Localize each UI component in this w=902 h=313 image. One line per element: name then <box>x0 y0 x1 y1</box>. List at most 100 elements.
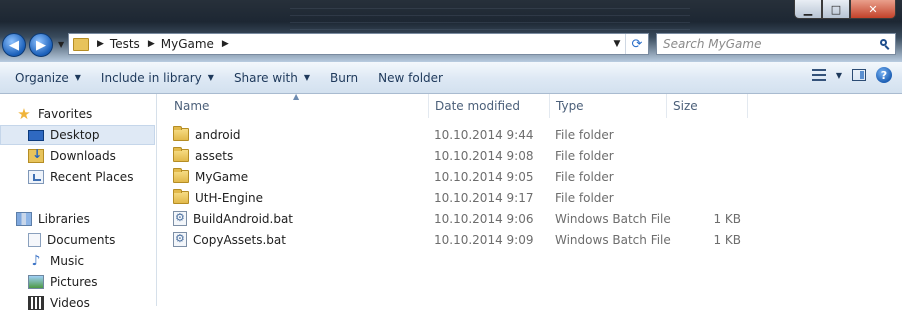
search-placeholder: Search MyGame <box>663 37 762 51</box>
breadcrumb-separator-icon[interactable]: ▶ <box>148 39 155 49</box>
new-folder-button[interactable]: New folder <box>368 66 453 90</box>
address-bar[interactable]: ▶ Tests ▶ MyGame ▶ ▼ ⟳ <box>68 33 649 55</box>
file-date: 10.10.2014 9:17 <box>434 190 534 205</box>
breadcrumb-separator-icon[interactable]: ▶ <box>97 39 104 49</box>
column-header-label: Date modified <box>435 99 521 113</box>
sidebar-item-label: Pictures <box>50 275 98 289</box>
folder-icon <box>73 37 89 51</box>
title-bar: ▁ □ ✕ ◀ ▶ ▼ ▶ Tests ▶ MyGame ▶ ▼ ⟳ Searc… <box>0 0 902 62</box>
sidebar-item-recent-places[interactable]: Recent Places <box>28 167 155 187</box>
file-size <box>671 187 741 208</box>
sidebar-item-label: Videos <box>50 296 90 310</box>
file-name: BuildAndroid.bat <box>193 211 294 226</box>
navigation-pane: ★ Favorites Desktop Downloads Recent Pla… <box>0 94 157 310</box>
include-in-library-button[interactable]: Include in library ▼ <box>91 66 224 90</box>
organize-label: Organize <box>15 70 69 85</box>
file-size <box>671 166 741 187</box>
folder-icon <box>173 168 189 183</box>
sidebar-item-downloads[interactable]: Downloads <box>28 146 155 166</box>
column-header-row: ▲ Name Date modified Type Size <box>157 92 902 118</box>
view-options-chevron-down-icon[interactable]: ▼ <box>836 71 842 80</box>
back-button[interactable]: ◀ <box>2 33 26 57</box>
organize-button[interactable]: Organize ▼ <box>5 66 91 90</box>
table-row[interactable]: UtH-Engine 10.10.2014 9:17 File folder <box>157 187 902 208</box>
downloads-icon <box>28 147 44 163</box>
command-bar: Organize ▼ Include in library ▼ Share wi… <box>0 62 902 94</box>
forward-button[interactable]: ▶ <box>29 33 53 57</box>
column-header-label: Name <box>174 99 210 113</box>
file-name: CopyAssets.bat <box>193 232 286 247</box>
batch-file-icon <box>173 232 187 247</box>
file-name: MyGame <box>195 169 249 184</box>
preview-pane-icon[interactable] <box>852 69 866 81</box>
sidebar-item-documents[interactable]: Documents <box>28 230 155 250</box>
table-row[interactable]: android 10.10.2014 9:44 File folder <box>157 124 902 145</box>
help-icon[interactable]: ? <box>876 67 892 83</box>
column-header-label: Type <box>556 99 584 113</box>
sidebar-item-label: Libraries <box>38 212 90 226</box>
column-header-date-modified[interactable]: Date modified <box>429 94 550 118</box>
file-date: 10.10.2014 9:44 <box>434 127 534 142</box>
chevron-down-icon: ▼ <box>207 73 214 82</box>
file-type: File folder <box>555 127 614 142</box>
sidebar-item-pictures[interactable]: Pictures <box>28 272 155 292</box>
sidebar-item-desktop[interactable]: Desktop <box>0 125 155 145</box>
table-row[interactable]: CopyAssets.bat 10.10.2014 9:09 Windows B… <box>157 229 902 250</box>
file-name: android <box>195 127 241 142</box>
table-row[interactable]: assets 10.10.2014 9:08 File folder <box>157 145 902 166</box>
star-icon: ★ <box>17 105 31 123</box>
view-controls: ▼ ? <box>811 67 892 83</box>
sidebar-item-label: Downloads <box>50 149 116 163</box>
refresh-icon[interactable]: ⟳ <box>625 34 648 54</box>
close-button[interactable]: ✕ <box>850 0 896 19</box>
sidebar-item-videos[interactable]: Videos <box>28 293 155 313</box>
recent-places-icon <box>28 170 44 184</box>
folder-icon <box>173 147 189 162</box>
table-row[interactable]: BuildAndroid.bat 10.10.2014 9:06 Windows… <box>157 208 902 229</box>
sidebar-item-label: Music <box>50 254 85 268</box>
recent-pages-dropdown-icon[interactable]: ▼ <box>58 40 64 49</box>
folder-icon <box>173 126 189 141</box>
sidebar-item-label: Favorites <box>38 107 93 121</box>
file-list: ▲ Name Date modified Type Size android 1… <box>157 92 902 306</box>
file-name: assets <box>195 148 234 163</box>
file-name: UtH-Engine <box>195 190 263 205</box>
libraries-icon <box>16 212 32 226</box>
sidebar-item-favorites[interactable]: ★ Favorites <box>16 104 155 124</box>
maximize-button[interactable]: □ <box>822 0 850 19</box>
sidebar-item-label: Documents <box>47 233 116 247</box>
file-size <box>671 124 741 145</box>
search-icon[interactable] <box>880 39 890 49</box>
search-input[interactable]: Search MyGame <box>656 33 896 55</box>
table-row[interactable]: MyGame 10.10.2014 9:05 File folder <box>157 166 902 187</box>
column-header-name[interactable]: Name <box>168 94 429 118</box>
file-size: 1 KB <box>713 232 741 247</box>
file-date: 10.10.2014 9:08 <box>434 148 534 163</box>
file-date: 10.10.2014 9:05 <box>434 169 534 184</box>
breadcrumb-mygame[interactable]: MyGame <box>161 37 214 51</box>
new-folder-label: New folder <box>378 70 443 85</box>
change-view-icon[interactable] <box>811 69 826 81</box>
burn-button[interactable]: Burn <box>320 66 368 90</box>
include-in-library-label: Include in library <box>100 70 202 85</box>
address-dropdown-icon[interactable]: ▼ <box>609 39 625 49</box>
breadcrumb-separator-icon[interactable]: ▶ <box>222 39 229 49</box>
share-with-button[interactable]: Share with ▼ <box>224 66 320 90</box>
documents-icon <box>28 233 41 247</box>
share-with-label: Share with <box>233 70 298 85</box>
desktop-icon <box>28 129 44 141</box>
sidebar-item-label: Recent Places <box>50 170 134 184</box>
sidebar-item-music[interactable]: ♪ Music <box>28 251 155 271</box>
column-header-size[interactable]: Size <box>667 94 748 118</box>
breadcrumb-tests[interactable]: Tests <box>110 37 140 51</box>
batch-file-icon <box>173 211 187 226</box>
file-type: File folder <box>555 190 614 205</box>
sidebar-item-libraries[interactable]: Libraries <box>16 209 155 229</box>
column-header-type[interactable]: Type <box>550 94 667 118</box>
folder-icon <box>173 189 189 204</box>
file-type: Windows Batch File <box>555 211 671 226</box>
window-controls: ▁ □ ✕ <box>794 0 896 19</box>
background-glass <box>290 2 690 30</box>
file-type: Windows Batch File <box>555 232 671 247</box>
minimize-button[interactable]: ▁ <box>794 0 822 19</box>
